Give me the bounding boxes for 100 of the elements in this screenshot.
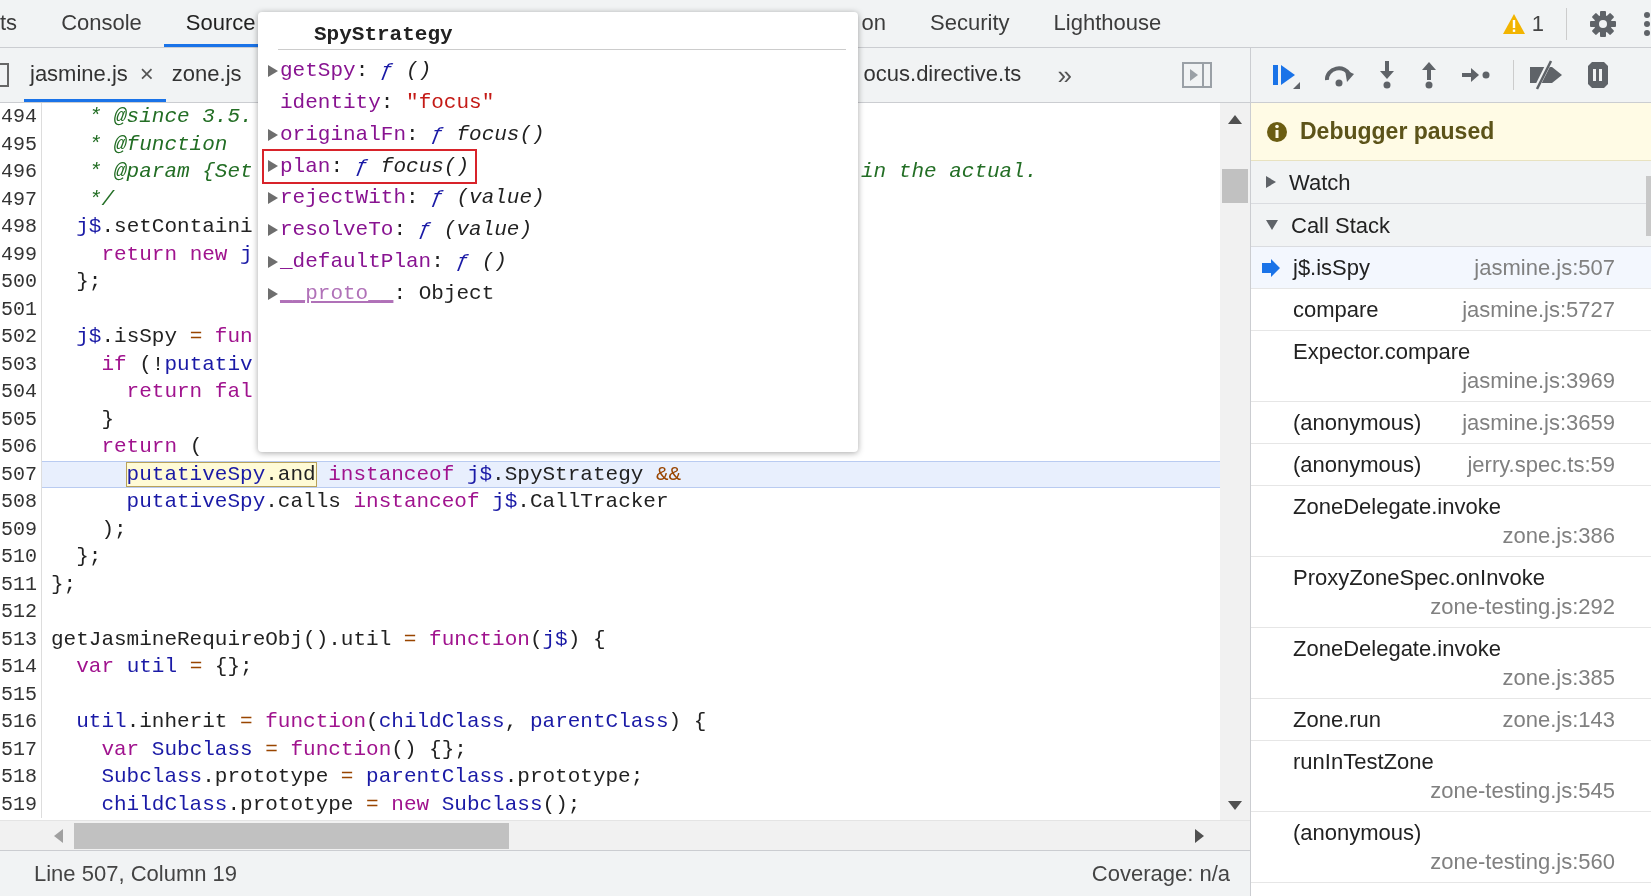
caret-icon bbox=[266, 159, 280, 174]
tab[interactable]: Console bbox=[39, 0, 164, 47]
line-number: 494 bbox=[0, 103, 42, 131]
line-number: 503 bbox=[0, 350, 42, 378]
caret-icon bbox=[266, 254, 280, 269]
line-number: 505 bbox=[0, 405, 42, 433]
call-frame[interactable]: ZoneDelegate.invoke zone.js:385 bbox=[1251, 628, 1651, 699]
line-number: 501 bbox=[0, 295, 42, 323]
code-line: Subclass.prototype = parentClass.prototype; bbox=[100, 765, 644, 788]
call-frame[interactable]: (anonymous) jasmine.js:3659 bbox=[1251, 402, 1651, 444]
call-frame[interactable]: (anonymous) jerry.spec.ts:59 bbox=[1251, 444, 1651, 486]
source-location: zone-testing.js:292 bbox=[1430, 593, 1615, 621]
caret-icon bbox=[266, 64, 280, 79]
object-property[interactable]: getSpy: ƒ () bbox=[264, 56, 438, 87]
file-tab[interactable]: ocus.directive.ts bbox=[857, 48, 1034, 102]
tab[interactable]: ts bbox=[0, 0, 40, 47]
source-location: jasmine.js:5727 bbox=[1462, 296, 1615, 324]
file-tab[interactable]: zone.js bbox=[165, 48, 254, 102]
call-frame[interactable]: compare jasmine.js:5727 bbox=[1251, 289, 1651, 331]
code-line: putativeSpy.and instanceof j$.SpyStrategy && bbox=[125, 462, 682, 486]
caret-icon bbox=[266, 127, 280, 142]
object-property[interactable]: resolveTo: ƒ (value) bbox=[264, 214, 539, 246]
call-frame[interactable]: Expector.compare jasmine.js:3969 bbox=[1251, 331, 1651, 402]
call-frame[interactable]: (anonymous) zone-testing.js:560 bbox=[1251, 812, 1651, 883]
caret-icon bbox=[266, 223, 280, 237]
call-frame[interactable]: runInTestZone zone-testing.js:545 bbox=[1251, 741, 1651, 812]
scroll-right-arrow[interactable] bbox=[1194, 827, 1206, 844]
object-property[interactable]: originalFn: ƒ focus() bbox=[264, 119, 551, 150]
line-number: 497 bbox=[0, 185, 42, 213]
more-options-icon[interactable] bbox=[1641, 9, 1651, 38]
source-location: zone.js:385 bbox=[1502, 664, 1615, 692]
info-icon bbox=[1266, 120, 1288, 143]
call-frame[interactable]: ZoneDelegate.invoke zone.js:386 bbox=[1251, 486, 1651, 557]
tab[interactable]: Security bbox=[908, 0, 1032, 47]
more-tabs-button[interactable]: » bbox=[1057, 55, 1072, 95]
line-number: 495 bbox=[0, 130, 42, 158]
call-frame[interactable]: ProxyZoneSpec.onInvoke zone-testing.js:292 bbox=[1251, 557, 1651, 628]
source-location: jerry.spec.ts:59 bbox=[1467, 451, 1615, 479]
code-line: if (!putativ bbox=[100, 352, 253, 376]
code-line: } bbox=[100, 407, 114, 431]
code-line: var util = {}; bbox=[75, 655, 253, 678]
object-property[interactable]: plan: ƒ focus() bbox=[264, 151, 476, 182]
line-number: 511 bbox=[0, 570, 42, 598]
code-line: j$.setContaini bbox=[75, 215, 253, 238]
source-location: zone.js:143 bbox=[1502, 706, 1615, 734]
line-number: 514 bbox=[0, 653, 42, 681]
line-number: 506 bbox=[0, 433, 42, 461]
function-name: (anonymous) bbox=[1293, 819, 1422, 847]
code-line: putativeSpy.calls instanceof j$.CallTracker bbox=[125, 490, 669, 513]
scrollbar-thumb[interactable] bbox=[1222, 169, 1248, 203]
code-line: return fal bbox=[125, 380, 253, 403]
object-property[interactable]: identity: "focus" bbox=[264, 87, 501, 118]
caret-icon bbox=[266, 191, 280, 206]
call-frame[interactable]: Zone.run zone.js:143 bbox=[1251, 699, 1651, 741]
function-name: ZoneDelegate.invoke bbox=[1293, 493, 1501, 521]
coverage-label: Coverage: n/a bbox=[1091, 860, 1230, 888]
popover-title: SpyStrategy bbox=[278, 12, 846, 50]
line-number: 515 bbox=[0, 680, 42, 708]
pause-on-exceptions-icon[interactable] bbox=[1586, 60, 1610, 90]
section-header[interactable]: Watch bbox=[1251, 161, 1651, 204]
code-line: }; bbox=[51, 572, 77, 596]
step-icon[interactable] bbox=[1461, 65, 1491, 85]
step-into-icon[interactable] bbox=[1377, 60, 1397, 90]
call-frame[interactable]: j$.isSpy jasmine.js:507 bbox=[1251, 247, 1651, 289]
line-number: 518 bbox=[0, 763, 42, 791]
banner-text: Debugger paused bbox=[1300, 117, 1495, 147]
object-property[interactable]: rejectWith: ƒ (value) bbox=[264, 183, 551, 214]
code-line: util.inherit = function(childClass, parentClass) { bbox=[75, 710, 707, 733]
file-tab[interactable]: jasmine.js × bbox=[24, 48, 166, 102]
object-property[interactable]: _defaultPlan: ƒ () bbox=[264, 246, 513, 277]
sidebar-toggle-icon[interactable] bbox=[0, 62, 10, 88]
section-header[interactable]: Call Stack bbox=[1251, 204, 1651, 247]
scroll-up-arrow[interactable] bbox=[1227, 113, 1243, 125]
source-location: jasmine.js:507 bbox=[1474, 254, 1615, 282]
code-line: childClass.prototype = new Subclass(); bbox=[100, 792, 581, 816]
line-number: 513 bbox=[0, 625, 42, 653]
source-location: zone-testing.js:560 bbox=[1430, 848, 1615, 876]
function-name: runInTestZone bbox=[1293, 748, 1434, 776]
object-property[interactable]: __proto__: Object bbox=[264, 278, 501, 309]
line-number: 496 bbox=[0, 158, 42, 186]
line-number: 500 bbox=[0, 268, 42, 296]
scrollbar-thumb[interactable] bbox=[74, 822, 509, 849]
settings-icon[interactable] bbox=[1589, 9, 1617, 38]
deactivate-breakpoints-icon[interactable] bbox=[1528, 60, 1564, 90]
panel-toggle-icon[interactable] bbox=[1182, 62, 1212, 88]
tab[interactable]: Lighthouse bbox=[1031, 0, 1184, 47]
scrollbar-thumb[interactable] bbox=[1646, 176, 1651, 236]
code-line: * @param {Set bbox=[87, 160, 253, 183]
code-line: var Subclass = function() {}; bbox=[100, 737, 467, 761]
code-line: ); bbox=[100, 517, 127, 541]
close-button[interactable]: × bbox=[139, 55, 154, 92]
step-out-icon[interactable] bbox=[1419, 60, 1439, 90]
source-location: jasmine.js:3659 bbox=[1462, 409, 1615, 437]
scroll-down-arrow[interactable] bbox=[1227, 800, 1243, 812]
code-line: }; bbox=[75, 270, 102, 293]
function-name: compare bbox=[1293, 296, 1379, 324]
function-name: Expector.compare bbox=[1293, 338, 1471, 366]
code-line: * @function bbox=[87, 132, 228, 156]
code-line: */ bbox=[87, 187, 114, 211]
code-line: in the actual. bbox=[861, 159, 1038, 185]
